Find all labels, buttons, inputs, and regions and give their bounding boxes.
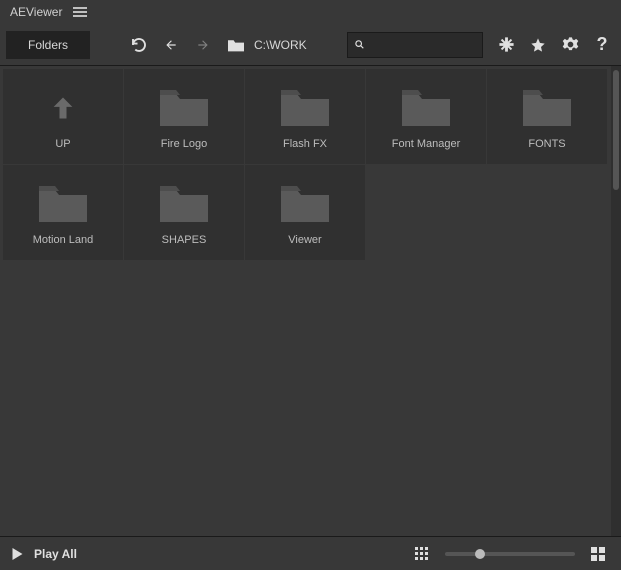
menu-icon[interactable]: [72, 4, 88, 20]
folders-button[interactable]: Folders: [6, 31, 90, 59]
scrollbar[interactable]: [611, 66, 621, 536]
up-item[interactable]: UP: [3, 69, 123, 164]
item-label: UP: [55, 138, 70, 154]
folder-icon: [400, 88, 452, 128]
grid-large-icon[interactable]: [585, 541, 611, 567]
folder-icon: [279, 184, 331, 224]
folder-icon: [279, 88, 331, 128]
folder-path-icon[interactable]: [226, 32, 246, 58]
refresh-icon[interactable]: [126, 32, 152, 58]
plugin-icon[interactable]: [493, 32, 519, 58]
folder-item[interactable]: Font Manager: [366, 69, 486, 164]
forward-icon[interactable]: [190, 32, 216, 58]
item-label: SHAPES: [162, 234, 207, 250]
toolbar: Folders C:\WORK ?: [0, 24, 621, 66]
help-icon[interactable]: ?: [589, 32, 615, 58]
zoom-slider-thumb[interactable]: [475, 549, 485, 559]
app-title: AEViewer: [10, 5, 62, 19]
search-icon: [354, 38, 365, 51]
folder-item[interactable]: FONTS: [487, 69, 607, 164]
current-path[interactable]: C:\WORK: [254, 38, 307, 52]
item-label: Viewer: [288, 234, 321, 250]
item-label: Flash FX: [283, 138, 327, 154]
grid-small-icon[interactable]: [409, 541, 435, 567]
title-bar: AEViewer: [0, 0, 621, 24]
search-input[interactable]: [371, 38, 476, 52]
item-label: Fire Logo: [161, 138, 207, 154]
folder-icon: [521, 88, 573, 128]
zoom-slider[interactable]: [445, 552, 575, 556]
play-icon[interactable]: [10, 541, 24, 567]
folder-item[interactable]: Viewer: [245, 165, 365, 260]
folder-icon: [158, 184, 210, 224]
item-label: Font Manager: [392, 138, 460, 154]
folder-item[interactable]: Flash FX: [245, 69, 365, 164]
item-grid: UP Fire Logo Flash FX Font Manager FONTS…: [0, 66, 610, 536]
back-icon[interactable]: [158, 32, 184, 58]
footer: Play All: [0, 536, 621, 570]
favorites-icon[interactable]: [525, 32, 551, 58]
path-group: C:\WORK: [226, 32, 307, 58]
folder-icon: [158, 88, 210, 128]
folder-item[interactable]: Fire Logo: [124, 69, 244, 164]
folder-item[interactable]: Motion Land: [3, 165, 123, 260]
scrollbar-thumb[interactable]: [613, 70, 619, 190]
play-all-label[interactable]: Play All: [34, 547, 77, 561]
item-label: Motion Land: [33, 234, 94, 250]
item-label: FONTS: [528, 138, 565, 154]
content-area: UP Fire Logo Flash FX Font Manager FONTS…: [0, 66, 621, 536]
folder-icon: [37, 184, 89, 224]
settings-icon[interactable]: [557, 32, 583, 58]
up-arrow-icon: [49, 88, 77, 128]
search-box[interactable]: [347, 32, 483, 58]
folder-item[interactable]: SHAPES: [124, 165, 244, 260]
